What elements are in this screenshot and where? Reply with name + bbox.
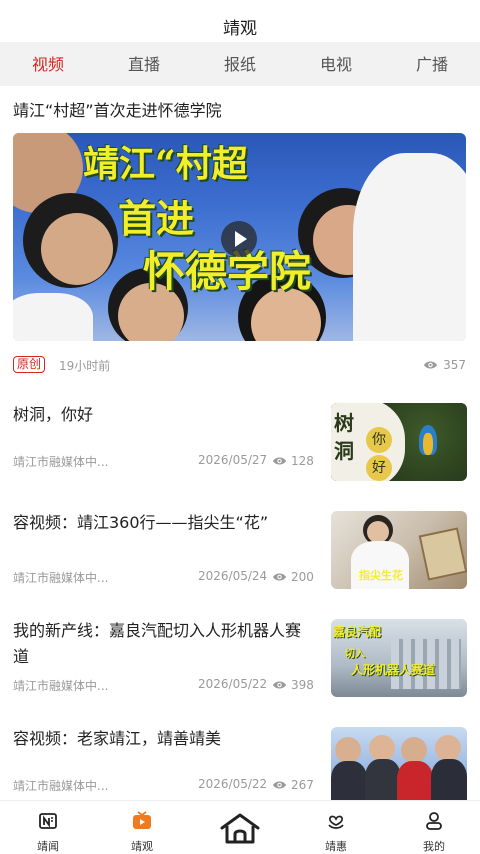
item-date: 2026/05/24 bbox=[198, 569, 268, 583]
hero-figure bbox=[353, 153, 466, 341]
thumb-caption: 切入 bbox=[345, 649, 365, 660]
tab-newspaper[interactable]: 报纸 bbox=[192, 42, 288, 86]
video-play-icon bbox=[132, 811, 152, 831]
item-thumbnail[interactable]: 嘉良汽配 切入 人形机器人赛道 bbox=[331, 619, 467, 697]
item-views-value: 128 bbox=[291, 454, 314, 468]
view-count-value: 357 bbox=[443, 358, 466, 372]
item-title[interactable]: 我的新产线：嘉良汽配切入人形机器人赛道 bbox=[13, 618, 313, 670]
item-date: 2026/05/22 bbox=[198, 777, 268, 791]
item-title[interactable]: 容视频：靖江360行——指尖生“花” bbox=[13, 510, 283, 536]
thumb-caption: 你 bbox=[366, 427, 392, 453]
hero-figure bbox=[13, 293, 93, 341]
featured-meta: 原创 19小时前 357 bbox=[13, 356, 466, 374]
hero-caption-line2: 首进 bbox=[118, 196, 195, 241]
eye-icon bbox=[272, 680, 287, 690]
user-icon bbox=[424, 811, 444, 831]
eye-icon bbox=[423, 360, 438, 370]
home-button[interactable] bbox=[218, 812, 262, 846]
item-thumbnail[interactable]: 树 洞 你 好 bbox=[331, 403, 467, 481]
time-ago: 19小时前 bbox=[59, 359, 111, 373]
hero-figure bbox=[41, 213, 113, 285]
thumb-caption: 指尖生花 bbox=[359, 569, 403, 582]
thumb-caption: 树 bbox=[334, 411, 354, 435]
featured-title[interactable]: 靖江“村超”首次走进怀德学院 bbox=[13, 97, 222, 121]
tab-jingguan-label: 靖观 bbox=[131, 840, 153, 853]
hero-caption-line1: 靖江“村超 bbox=[83, 143, 248, 185]
list-item[interactable]: 我的新产线：嘉良汽配切入人形机器人赛道 靖江市融媒体中... 2026/05/2… bbox=[0, 618, 480, 724]
tab-jingguan[interactable]: 靖观 bbox=[94, 801, 190, 854]
view-count: 357 bbox=[423, 358, 466, 372]
item-source: 靖江市融媒体中... bbox=[13, 571, 109, 585]
item-views: 398 bbox=[272, 678, 314, 692]
tab-live[interactable]: 直播 bbox=[96, 42, 192, 86]
news-icon bbox=[38, 811, 58, 831]
eye-icon bbox=[272, 780, 287, 790]
page-title: 靖观 bbox=[223, 19, 257, 39]
original-badge: 原创 bbox=[13, 356, 46, 373]
thumb-caption: 洞 bbox=[334, 439, 354, 463]
top-bar: 靖观 bbox=[0, 0, 480, 42]
tab-jinghui-label: 靖惠 bbox=[325, 840, 347, 853]
tab-radio[interactable]: 广播 bbox=[384, 42, 480, 86]
item-date: 2026/05/27 bbox=[198, 453, 268, 467]
item-thumbnail[interactable]: 指尖生花 bbox=[331, 511, 467, 589]
item-title[interactable]: 容视频：老家靖江，靖善靖美 bbox=[13, 726, 313, 752]
thumb-caption: 人形机器人赛道 bbox=[351, 663, 436, 677]
eye-icon bbox=[272, 572, 287, 582]
thumb-caption: 好 bbox=[366, 455, 392, 481]
item-source: 靖江市融媒体中... bbox=[13, 779, 109, 793]
featured-video-thumbnail[interactable]: 靖江“村超 首进 怀德学院 bbox=[13, 133, 466, 341]
thumb-caption: 嘉良汽配 bbox=[333, 625, 382, 639]
item-source: 靖江市融媒体中... bbox=[13, 679, 109, 693]
home-icon bbox=[218, 812, 262, 846]
item-views-value: 267 bbox=[291, 778, 314, 792]
eye-icon bbox=[272, 456, 287, 466]
tab-mine-label: 我的 bbox=[423, 840, 445, 853]
item-views-value: 200 bbox=[291, 570, 314, 584]
category-tabs: 视频 直播 报纸 电视 广播 bbox=[0, 42, 480, 86]
item-views: 128 bbox=[272, 454, 314, 468]
tab-jinghui[interactable]: 靖惠 bbox=[288, 801, 384, 854]
item-views-value: 398 bbox=[291, 678, 314, 692]
item-title[interactable]: 树洞，你好 bbox=[13, 402, 313, 428]
item-source: 靖江市融媒体中... bbox=[13, 455, 109, 469]
tab-news-label: 靖闻 bbox=[37, 840, 59, 853]
item-thumbnail[interactable] bbox=[331, 727, 467, 805]
heart-hands-icon bbox=[326, 811, 346, 831]
item-date: 2026/05/22 bbox=[198, 677, 268, 691]
item-views: 200 bbox=[272, 570, 314, 584]
tab-news[interactable]: 靖闻 bbox=[0, 801, 96, 854]
list-item[interactable]: 树洞，你好 靖江市融媒体中... 2026/05/27 128 树 洞 你 好 bbox=[0, 402, 480, 508]
tab-video[interactable]: 视频 bbox=[0, 42, 96, 86]
item-views: 267 bbox=[272, 778, 314, 792]
tab-mine[interactable]: 我的 bbox=[386, 801, 480, 854]
tab-tv[interactable]: 电视 bbox=[288, 42, 384, 86]
list-item[interactable]: 容视频：靖江360行——指尖生“花” 靖江市融媒体中... 2026/05/24… bbox=[0, 510, 480, 616]
play-icon[interactable] bbox=[221, 221, 257, 257]
